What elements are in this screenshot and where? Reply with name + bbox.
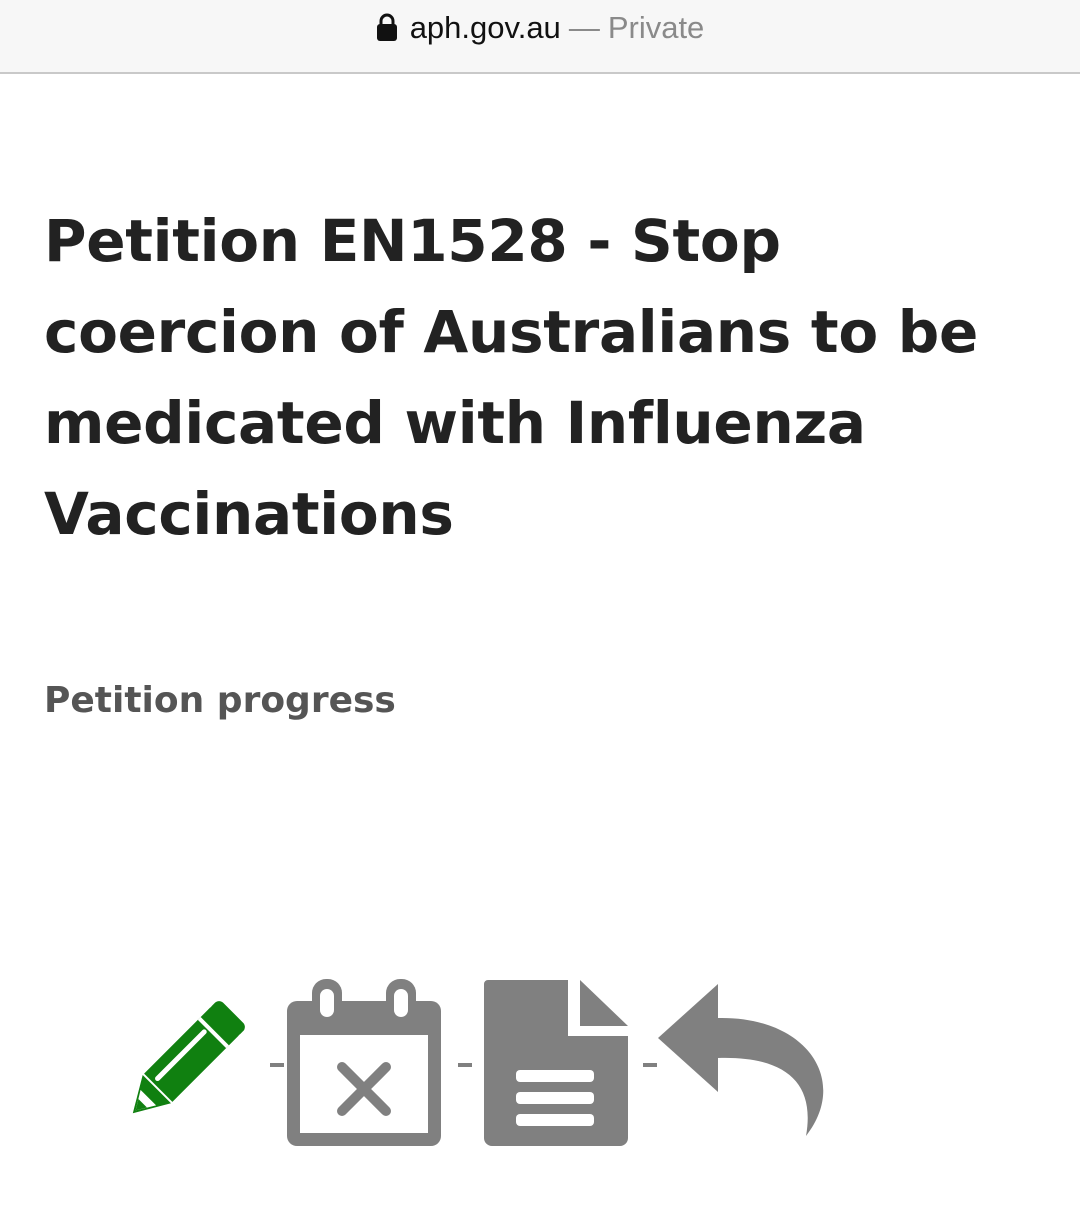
step-connector <box>458 1063 472 1067</box>
browser-url-bar[interactable]: aph.gov.au — Private <box>0 0 1080 74</box>
private-mode-label: Private <box>607 10 705 45</box>
page-title: Petition EN1528 - Stop coercion of Austr… <box>44 207 979 548</box>
url-separator: — <box>568 10 600 45</box>
lock-icon <box>376 13 397 41</box>
calendar-x-icon <box>287 979 441 1146</box>
url-domain: aph.gov.au <box>409 10 561 45</box>
url-display[interactable]: aph.gov.au — Private <box>0 10 1080 46</box>
step-connector <box>643 1063 657 1067</box>
pencil-icon <box>132 1001 245 1114</box>
document-icon <box>484 980 628 1146</box>
cut-off-step-labels <box>0 1196 1080 1208</box>
reply-arrow-icon <box>658 984 824 1136</box>
petition-progress-steps <box>100 970 860 1160</box>
petition-progress-heading: Petition progress <box>44 680 396 721</box>
